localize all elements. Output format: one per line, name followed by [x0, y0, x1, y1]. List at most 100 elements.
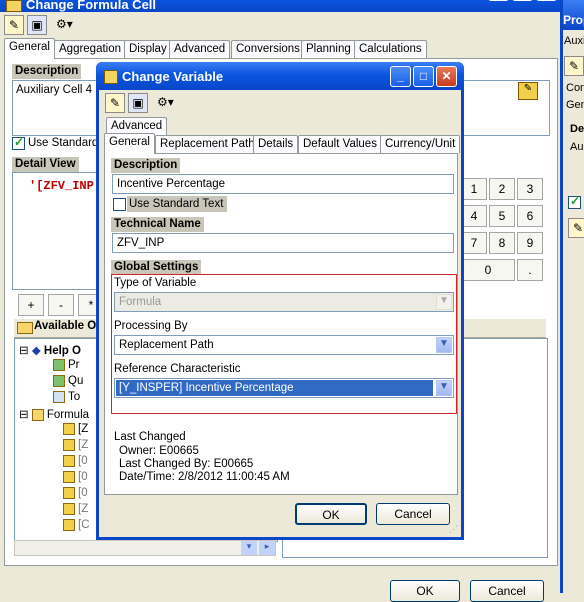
properties-tab[interactable]: Con: [566, 82, 584, 94]
use-standard-checkbox[interactable]: ✓: [12, 135, 25, 150]
key-8[interactable]: 8: [489, 232, 515, 254]
dialog-cancel-button[interactable]: Cancel: [376, 503, 450, 525]
tree-item-pr-label: Pr: [68, 359, 80, 372]
reference-characteristic-select[interactable]: [Y_INSPER] Incentive Percentage ▼: [114, 378, 454, 398]
key-5[interactable]: 5: [489, 205, 515, 227]
key-6[interactable]: 6: [517, 205, 543, 227]
tree-help-node[interactable]: ⊟ ◆ Help O: [19, 343, 81, 357]
dialog-edit-mode-icon[interactable]: ✎: [105, 93, 125, 113]
chevron-down-icon[interactable]: ▼: [436, 380, 452, 396]
tab-currency-unit[interactable]: Currency/Unit: [380, 135, 461, 153]
tools-dropdown-icon[interactable]: ⚙▾: [56, 17, 73, 31]
plus-button[interactable]: +: [18, 294, 44, 316]
formula-ok-button[interactable]: OK: [390, 580, 460, 602]
dialog-close-button[interactable]: ✕: [436, 66, 457, 87]
properties-window: Prop Auxil ✎ Con Gen De Au ✓ ✎: [560, 0, 584, 593]
type-of-variable-value: Formula: [119, 296, 162, 308]
available-operands-label: Available O: [34, 320, 97, 332]
change-variable-dialog: Change Variable _ □ ✕ ✎ ▣ ⚙▾ Advanced Ge…: [96, 62, 464, 540]
tab-general[interactable]: General: [4, 38, 55, 59]
formula-cancel-button[interactable]: Cancel: [470, 580, 544, 602]
maximize-button[interactable]: □: [512, 0, 533, 1]
tab-general[interactable]: General: [104, 133, 155, 154]
processing-by-value: Replacement Path: [119, 339, 214, 351]
tab-replacement-path[interactable]: Replacement Path: [155, 135, 260, 153]
description-value: Auxiliary Cell 4: [16, 84, 93, 96]
description-input[interactable]: Incentive Percentage: [112, 174, 454, 194]
tab-details[interactable]: Details: [253, 135, 299, 153]
edit-mode-icon[interactable]: ✎: [4, 15, 24, 35]
minimize-button[interactable]: _: [488, 0, 509, 1]
tree-frag-label: [0: [78, 455, 88, 468]
key-1[interactable]: 1: [461, 178, 487, 200]
tree-hscrollbar[interactable]: ▸ ▾: [14, 540, 276, 556]
tree-formula-node[interactable]: ⊟ Formula: [19, 407, 89, 421]
processing-by-select[interactable]: Replacement Path ▼: [114, 335, 454, 355]
tree-frag-6[interactable]: [C: [63, 519, 90, 531]
technical-name-input[interactable]: ZFV_INP: [112, 233, 454, 253]
tree-frag-5[interactable]: [Z: [63, 503, 88, 515]
folder-open-icon: [17, 322, 33, 334]
tab-conversions[interactable]: Conversions: [231, 40, 305, 58]
tree-frag-2[interactable]: [0: [63, 455, 88, 467]
tree-item-to[interactable]: To: [53, 391, 80, 403]
properties-edit-icon[interactable]: ✎: [564, 56, 584, 76]
folder-icon: [31, 408, 44, 421]
dialog-ok-button[interactable]: OK: [295, 503, 367, 525]
dialog-app-icon: [104, 70, 118, 84]
tree-frag-label: [C: [78, 519, 90, 532]
type-of-variable-select: Formula ▼: [114, 292, 454, 312]
tab-calculations[interactable]: Calculations: [354, 40, 427, 58]
dialog-minimize-button[interactable]: _: [390, 66, 411, 87]
tree-frag-label: [Z: [78, 439, 89, 452]
dialog-maximize-button[interactable]: □: [413, 66, 434, 87]
tree-item-qu-label: Qu: [68, 375, 84, 388]
tree-frag-0[interactable]: [Z: [63, 423, 88, 435]
key-9[interactable]: 9: [517, 232, 543, 254]
table-icon: [53, 375, 65, 387]
formula-cell-titlebar: Change Formula Cell _ □ ✕: [0, 0, 560, 12]
text-options-icon[interactable]: ✎: [518, 82, 538, 100]
chevron-down-icon[interactable]: ▼: [436, 337, 452, 353]
tree-frag-4[interactable]: [0: [63, 487, 88, 499]
key-0[interactable]: 0: [461, 259, 515, 281]
use-standard-text-checkbox[interactable]: [113, 198, 126, 211]
tree-frag-label: [0: [78, 487, 88, 500]
variable-icon: [63, 439, 75, 451]
close-button[interactable]: ✕: [536, 0, 557, 1]
dialog-titlebar: Change Variable _ □ ✕: [96, 62, 464, 90]
tree-frag-3[interactable]: [0: [63, 471, 88, 483]
tab-display[interactable]: Display: [124, 40, 172, 58]
key-7[interactable]: 7: [461, 232, 487, 254]
properties-de-label: De: [570, 123, 584, 135]
properties-checkbox[interactable]: ✓: [568, 194, 581, 209]
key-dot[interactable]: .: [517, 259, 543, 281]
tree-item-qu[interactable]: Qu: [53, 375, 83, 387]
save-icon[interactable]: ▣: [27, 15, 47, 35]
tab-default-values[interactable]: Default Values: [298, 135, 382, 153]
tab-planning[interactable]: Planning: [301, 40, 356, 58]
app-icon: [6, 0, 22, 12]
minus-button[interactable]: -: [48, 294, 74, 316]
resize-grip-icon[interactable]: ⋰: [449, 524, 458, 535]
use-standard-label: Use Standard: [28, 137, 99, 149]
key-2[interactable]: 2: [489, 178, 515, 200]
key-4[interactable]: 4: [461, 205, 487, 227]
chevron-down-icon: ▼: [436, 294, 452, 310]
properties-desc: Au: [570, 141, 584, 153]
processing-by-label: Processing By: [114, 320, 188, 332]
tree-item-pr[interactable]: Pr: [53, 359, 80, 371]
tab-advanced[interactable]: Advanced: [169, 40, 231, 58]
tree-frag-1[interactable]: [Z: [63, 439, 88, 451]
key-3[interactable]: 3: [517, 178, 543, 200]
dialog-tools-dropdown-icon[interactable]: ⚙▾: [157, 95, 174, 109]
tree-frag-label: [0: [78, 471, 88, 484]
last-changed-by-text: Last Changed By: E00665: [119, 458, 254, 470]
properties-formula-icon[interactable]: ✎: [568, 218, 584, 238]
scroll-down-arrow[interactable]: ▾: [241, 541, 257, 555]
scroll-right-arrow[interactable]: ▸: [259, 541, 275, 555]
last-changed-label: Last Changed: [114, 431, 186, 443]
tab-aggregation[interactable]: Aggregation: [54, 40, 127, 58]
properties-gen: Gen: [566, 99, 584, 111]
dialog-save-icon[interactable]: ▣: [128, 93, 148, 113]
